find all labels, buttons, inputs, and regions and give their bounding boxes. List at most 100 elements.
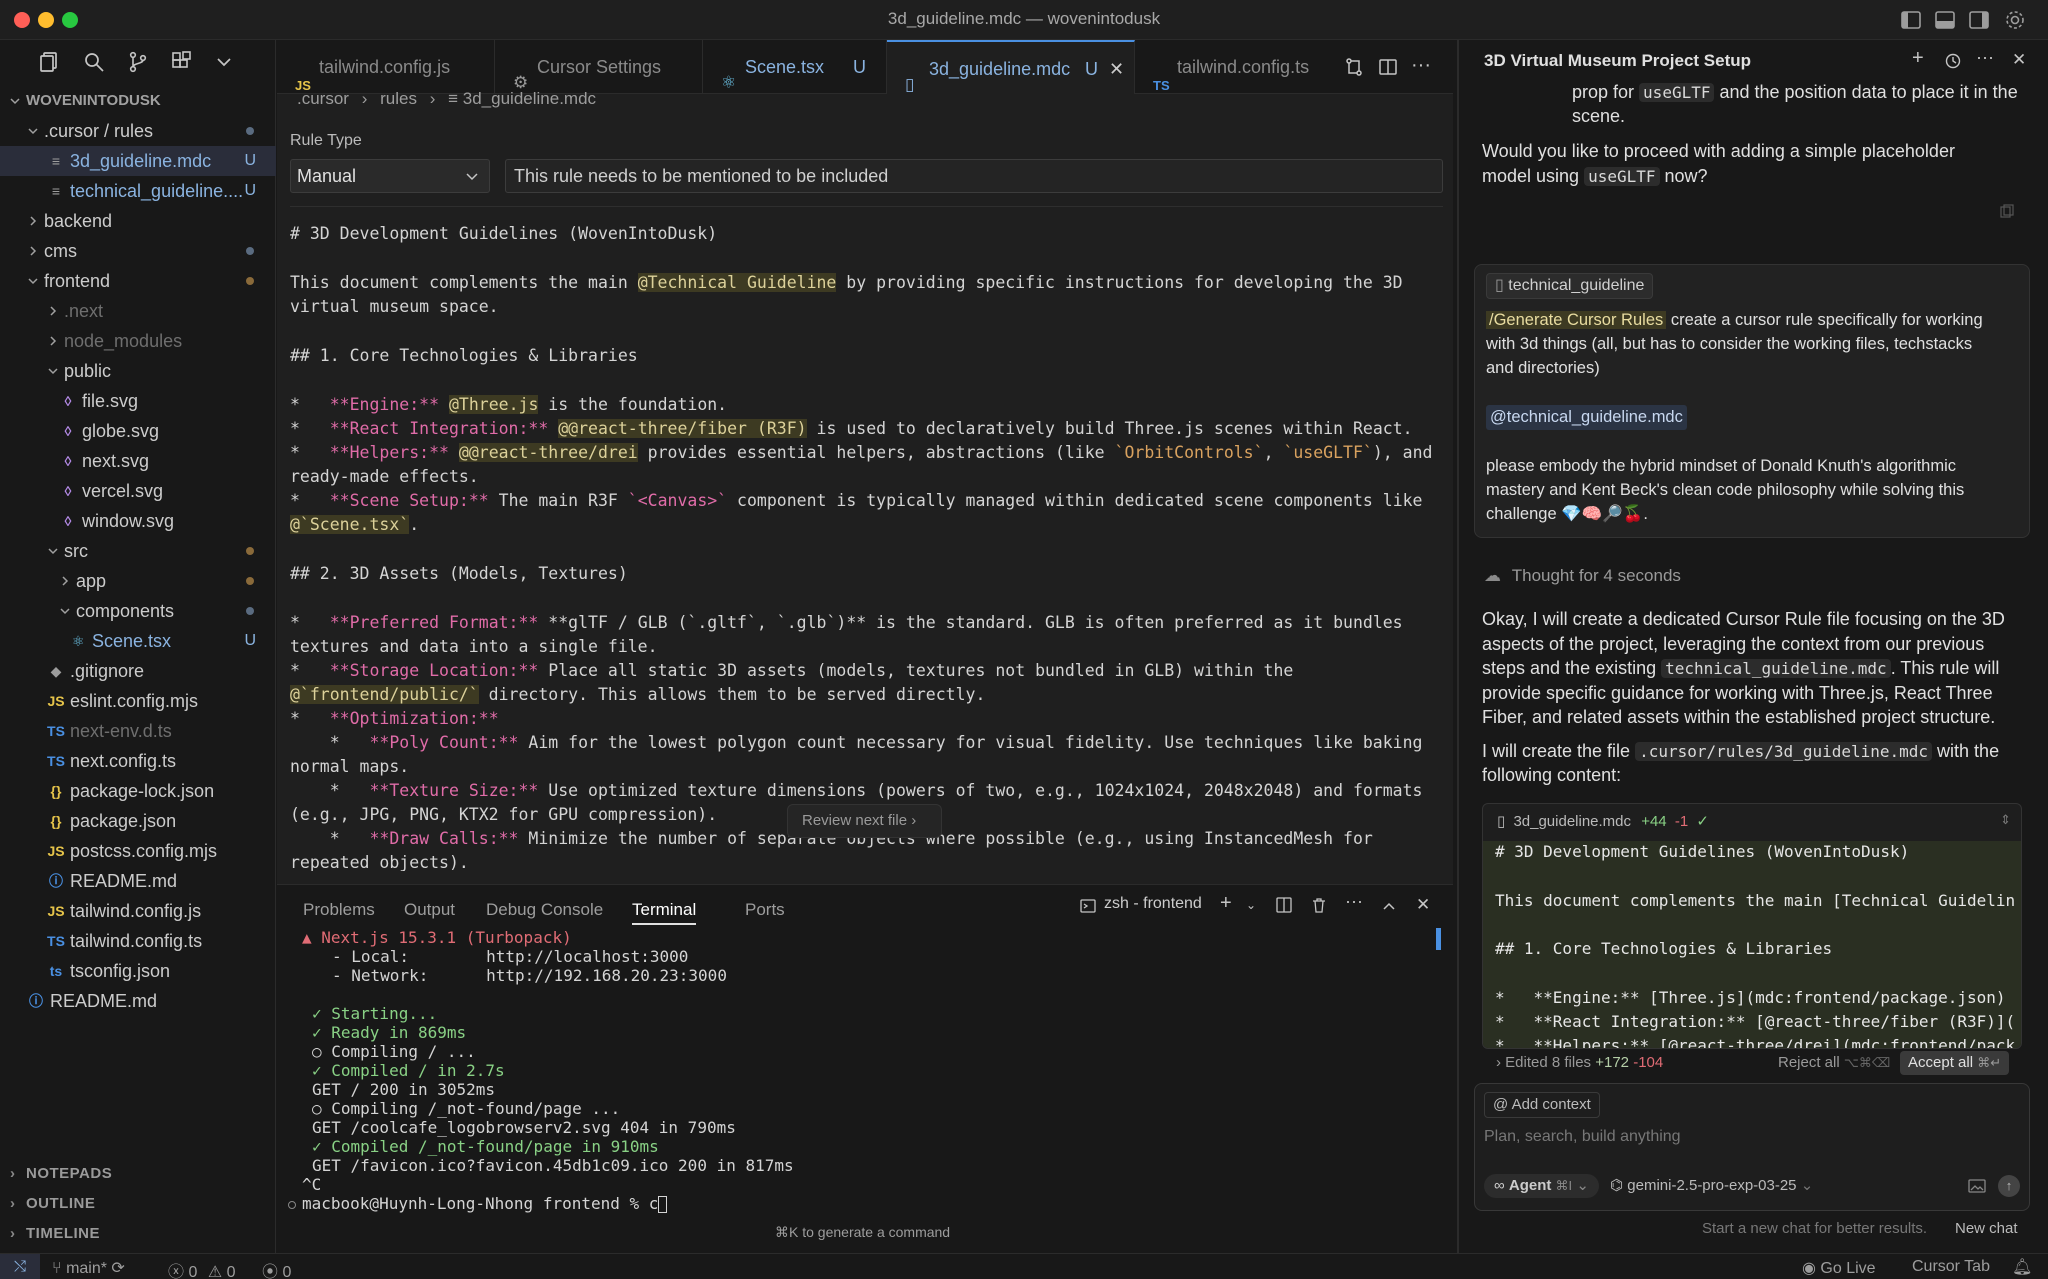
maximize-panel-icon[interactable] [1381,898,1397,914]
tab-scene-tsx[interactable]: ⚛ Scene.tsx U [703,40,887,94]
toggle-panel-icon[interactable] [1934,9,1956,31]
remote-icon[interactable]: ⤭ [0,1254,40,1279]
file-item[interactable]: ⓘ README.md [0,866,276,896]
tab-problems[interactable]: Problems [303,895,375,925]
file-item[interactable]: TS next-env.d.ts [0,716,276,746]
tab-3d-guideline-mdc[interactable]: ▯ 3d_guideline.mdc U ✕ [887,40,1135,94]
chevron-down-icon[interactable] [212,50,236,74]
mention-link[interactable]: @@react-three/drei [458,443,638,462]
more-actions-icon[interactable]: ··· [1411,54,1431,77]
terminal-scrollbar[interactable] [1436,928,1441,950]
tab-tailwind-config-js[interactable]: JS tailwind.config.js [277,40,495,94]
folder-item[interactable]: src [0,536,276,566]
mention-link[interactable]: @`frontend/public/` [290,685,479,704]
extensions-icon[interactable] [170,50,194,74]
file-item[interactable]: TS next.config.ts [0,746,276,776]
folder-item[interactable]: components [0,596,276,626]
thought-indicator[interactable]: ☁ Thought for 4 seconds [1484,566,1681,586]
tab-cursor-settings[interactable]: ⚙ Cursor Settings [495,40,703,94]
close-tab-icon[interactable]: ✕ [1109,42,1124,96]
file-item[interactable]: ◊ next.svg [0,446,276,476]
folder-item[interactable]: public [0,356,276,386]
toggle-secondary-sidebar-icon[interactable] [1968,9,1990,31]
file-item[interactable]: ◆ .gitignore [0,656,276,686]
problems-indicator[interactable]: ⓧ 0 ⚠ 0 [168,1258,236,1279]
breadcrumb-item[interactable]: 3d_guideline.mdc [463,89,596,108]
tab-output[interactable]: Output [404,895,455,925]
folder-item[interactable]: .cursor / rules [0,116,276,146]
new-chat-icon[interactable]: + [1912,47,1924,70]
terminal-prompt[interactable]: macbook@Huynh-Long-Nhong frontend % c [302,1194,668,1213]
mention-link[interactable]: @`Scene.tsx` [290,515,410,534]
folder-item[interactable]: frontend [0,266,276,296]
split-terminal-icon[interactable] [1275,896,1293,914]
folder-item[interactable]: app [0,566,276,596]
file-item[interactable]: ◊ vercel.svg [0,476,276,506]
mention-link[interactable]: @Three.js [448,395,539,414]
breadcrumb-item[interactable]: rules [380,89,417,108]
reject-all-button[interactable]: Reject all ⌥⌘⌫ [1778,1054,1890,1071]
more-actions-icon[interactable]: ··· [1345,891,1363,912]
file-item[interactable]: ◊ file.svg [0,386,276,416]
model-selector[interactable]: ⌬ gemini-2.5-pro-exp-03-25 ⌄ [1610,1176,1813,1194]
close-chat-icon[interactable]: ✕ [2012,50,2026,70]
chat-input[interactable]: Plan, search, build anything [1484,1128,2004,1146]
folder-item[interactable]: cms [0,236,276,266]
copy-icon[interactable] [2000,204,2014,218]
settings-gear-icon[interactable] [2004,9,2026,31]
file-mention[interactable]: @technical_guideline.mdc [1486,405,1687,430]
split-editor-icon[interactable] [1377,56,1399,78]
file-item[interactable]: JS tailwind.config.js [0,896,276,926]
cursor-tab-button[interactable]: Cursor Tab [1912,1258,1990,1276]
image-upload-icon[interactable] [1968,1178,1986,1194]
tab-terminal[interactable]: Terminal [632,895,697,925]
file-item[interactable]: ⓘ README.md [0,986,276,1016]
ports-indicator[interactable]: ⦿ 0 [262,1258,291,1279]
add-context-button[interactable]: @ Add context [1484,1092,1600,1118]
file-item[interactable]: TS tailwind.config.ts [0,926,276,956]
file-item[interactable]: JS eslint.config.mjs [0,686,276,716]
send-icon[interactable]: ↑ [1998,1175,2020,1197]
more-actions-icon[interactable]: ··· [1976,47,1994,68]
folder-item[interactable]: node_modules [0,326,276,356]
tab-tailwind-config-ts[interactable]: TS tailwind.config.ts [1135,40,1335,94]
rule-type-select[interactable]: Manual [290,159,490,193]
source-control-icon[interactable] [126,50,150,74]
file-item[interactable]: ◊ window.svg [0,506,276,536]
file-item[interactable]: ≡ 3d_guideline.mdc U [0,146,276,176]
history-icon[interactable] [1944,52,1962,70]
explorer-root-header[interactable]: WOVENINTODUSK [0,86,276,116]
folder-item[interactable]: backend [0,206,276,236]
outline-section[interactable]: › OUTLINE [0,1190,276,1218]
edited-files-summary[interactable]: › Edited 8 files +172 -104 [1496,1054,1663,1071]
tab-debug-console[interactable]: Debug Console [486,895,603,925]
agent-mode-selector[interactable]: ∞ Agent ⌘I ⌄ [1484,1174,1599,1198]
mention-link[interactable]: @Technical Guideline [637,273,837,292]
search-icon[interactable] [82,50,106,74]
toggle-sidebar-icon[interactable] [1900,9,1922,31]
folder-item[interactable]: .next [0,296,276,326]
open-changes-icon[interactable] [1343,56,1365,78]
file-item[interactable]: ◊ globe.svg [0,416,276,446]
file-item[interactable]: ≡ technical_guideline.... U [0,176,276,206]
context-chip[interactable]: ▯ technical_guideline [1486,273,1654,299]
tab-ports[interactable]: Ports [745,895,785,925]
file-item[interactable]: ts tsconfig.json [0,956,276,986]
breadcrumb-item[interactable]: .cursor [297,89,349,108]
go-live-button[interactable]: ◉ Go Live [1802,1258,1876,1278]
file-item[interactable]: JS postcss.config.mjs [0,836,276,866]
code-block[interactable]: ▯ 3d_guideline.mdc +44 -1 ✓ ⇕ # 3D Devel… [1482,803,2022,1049]
explorer-files-icon[interactable] [38,50,62,74]
terminal-shell-name[interactable]: zsh - frontend [1104,895,1202,913]
chevron-down-icon[interactable]: ⌄ [1246,898,1256,912]
expand-icon[interactable]: ⇕ [2000,812,2011,828]
timeline-section[interactable]: › TIMELINE [0,1220,276,1248]
file-item[interactable]: {} package.json [0,806,276,836]
new-terminal-icon[interactable]: + [1220,892,1232,915]
rule-description-input[interactable]: This rule needs to be mentioned to be in… [505,159,1443,193]
branch-indicator[interactable]: ⑂ main* ⟳ [52,1258,125,1278]
notepads-section[interactable]: › NOTEPADS [0,1160,276,1188]
notifications-bell-icon[interactable]: 🔔︎ [2012,1257,2032,1277]
trash-icon[interactable] [1310,896,1328,914]
new-chat-link[interactable]: New chat [1955,1220,2018,1237]
